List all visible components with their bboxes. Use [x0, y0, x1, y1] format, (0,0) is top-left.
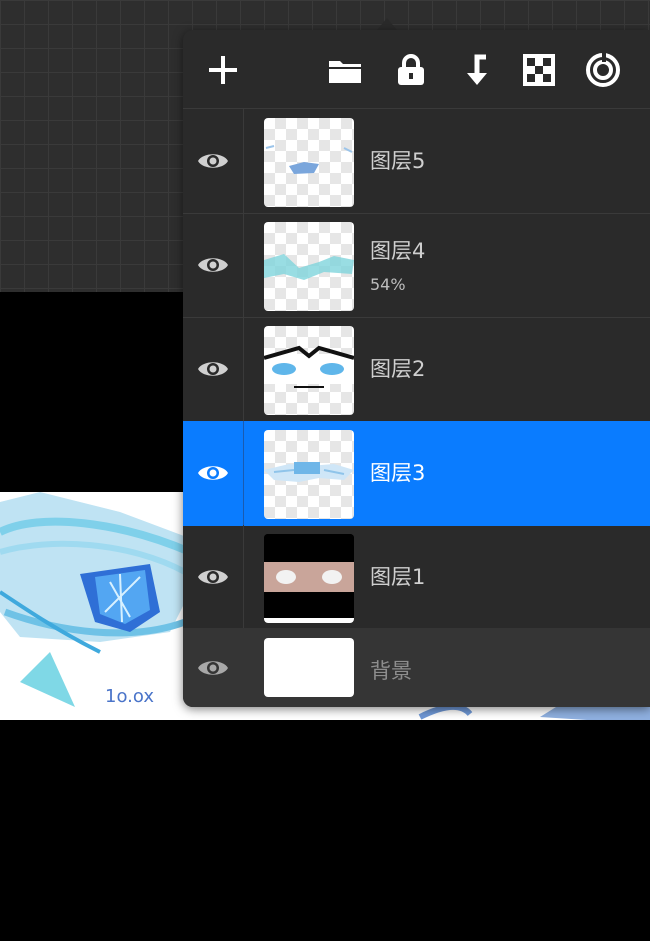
background-layer-row[interactable]: 背景	[183, 628, 650, 707]
layer-name: 图层5	[370, 149, 426, 173]
add-icon	[209, 56, 237, 84]
eye-icon	[198, 258, 228, 272]
add-layer-button[interactable]	[203, 50, 243, 90]
group-folder-button[interactable]	[325, 50, 365, 90]
layer-name: 图层1	[370, 565, 426, 589]
eye-icon	[198, 466, 228, 480]
layer-name: 图层3	[370, 461, 426, 485]
background-thumbnail	[264, 638, 354, 697]
layer-row[interactable]: 图层2	[183, 317, 650, 422]
layer-thumbnail	[264, 222, 354, 311]
target-icon	[586, 52, 620, 87]
layer-name: 图层4	[370, 239, 426, 263]
visibility-toggle[interactable]	[183, 628, 243, 707]
layer-opacity: 54%	[370, 275, 406, 294]
visibility-toggle[interactable]	[183, 525, 244, 629]
eye-icon	[198, 154, 228, 168]
merge-down-icon	[467, 54, 487, 85]
layer-thumbnail	[264, 534, 354, 623]
eye-icon	[198, 660, 228, 675]
visibility-toggle[interactable]	[183, 421, 244, 525]
layers-panel: 图层5 图层4 54% 图层2 图层3 图层1 背景	[183, 30, 650, 707]
layer-row[interactable]: 图层4 54%	[183, 213, 650, 318]
layers-toolbar	[183, 30, 650, 109]
layer-row[interactable]: 图层5	[183, 109, 650, 214]
svg-text:1o.ox: 1o.ox	[105, 686, 154, 707]
layer-row[interactable]: 图层1	[183, 525, 650, 629]
background-layer-name: 背景	[370, 659, 412, 683]
layer-row-selected[interactable]: 图层3	[183, 421, 650, 526]
eye-icon	[198, 570, 228, 584]
lock-layer-button[interactable]	[391, 50, 431, 90]
layer-thumbnail	[264, 430, 354, 519]
reference-target-button[interactable]	[583, 50, 623, 90]
alpha-lock-icon	[523, 54, 555, 86]
layer-thumbnail	[264, 326, 354, 415]
visibility-toggle[interactable]	[183, 317, 244, 421]
visibility-toggle[interactable]	[183, 109, 244, 213]
eye-icon	[198, 362, 228, 376]
visibility-toggle[interactable]	[183, 213, 244, 317]
lock-icon	[398, 54, 424, 85]
layer-thumbnail	[264, 118, 354, 207]
layer-name: 图层2	[370, 357, 426, 381]
merge-down-button[interactable]	[455, 50, 495, 90]
folder-icon	[329, 61, 361, 83]
alpha-lock-button[interactable]	[519, 50, 559, 90]
panel-pointer	[377, 18, 397, 30]
